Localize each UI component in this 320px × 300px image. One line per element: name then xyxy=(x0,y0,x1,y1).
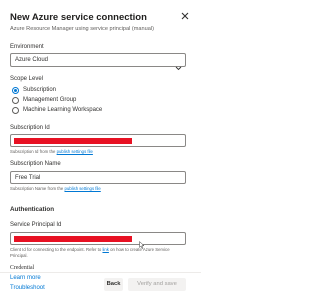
subscription-id-input[interactable] xyxy=(10,134,186,147)
subscription-name-input[interactable]: Free Trial xyxy=(10,171,186,184)
scope-level-label: Scope Level xyxy=(10,76,44,82)
subscription-name-value: Free Trial xyxy=(15,175,41,181)
service-principal-hint-line2: Principal. xyxy=(10,253,28,258)
troubleshoot-link[interactable]: Troubleshoot xyxy=(10,285,45,291)
publish-settings-link[interactable]: publish settings file xyxy=(64,186,100,191)
service-connection-panel: New Azure service connection Azure Resou… xyxy=(0,0,201,300)
learn-more-link[interactable]: Learn more xyxy=(10,275,41,281)
close-icon[interactable] xyxy=(179,10,191,22)
hint-text: Subscription Id from the xyxy=(10,149,56,154)
radio-icon xyxy=(12,97,19,104)
scope-option-label: Machine Learning Workspace xyxy=(23,107,103,113)
redaction-bar xyxy=(14,138,132,144)
hint-text: Subscription Name from the xyxy=(10,186,64,191)
credential-label: Credential xyxy=(10,265,35,271)
service-principal-id-input[interactable] xyxy=(10,232,186,245)
publish-settings-link[interactable]: publish settings file xyxy=(57,149,93,154)
radio-selected-icon xyxy=(12,87,19,94)
environment-label: Environment xyxy=(10,44,44,50)
subscription-name-hint: Subscription Name from the publish setti… xyxy=(10,186,101,191)
environment-select[interactable]: Azure Cloud xyxy=(10,53,186,71)
mouse-cursor-icon xyxy=(139,236,145,249)
hint-text: Client Id for connecting to the endpoint… xyxy=(10,247,102,252)
create-sp-link[interactable]: link xyxy=(102,247,108,252)
environment-value: Azure Cloud xyxy=(15,57,49,63)
back-button[interactable]: Back xyxy=(104,278,123,291)
scope-option-label: Management Group xyxy=(23,97,77,103)
panel-title: New Azure service connection xyxy=(10,12,147,23)
subscription-name-label: Subscription Name xyxy=(10,161,61,167)
footer-divider xyxy=(0,272,201,273)
subscription-id-label: Subscription Id xyxy=(10,125,50,131)
service-principal-hint: Client Id for connecting to the endpoint… xyxy=(10,247,170,252)
radio-icon xyxy=(12,107,19,114)
authentication-heading: Authentication xyxy=(10,206,55,213)
redaction-bar xyxy=(14,236,132,242)
subscription-id-hint: Subscription Id from the publish setting… xyxy=(10,149,93,154)
scope-option-label: Subscription xyxy=(23,87,57,93)
verify-and-save-button[interactable]: Verify and save xyxy=(128,278,186,291)
panel-subtitle: Azure Resource Manager using service pri… xyxy=(10,26,154,32)
chevron-down-icon xyxy=(175,58,182,71)
service-principal-id-label: Service Principal Id xyxy=(10,222,62,228)
